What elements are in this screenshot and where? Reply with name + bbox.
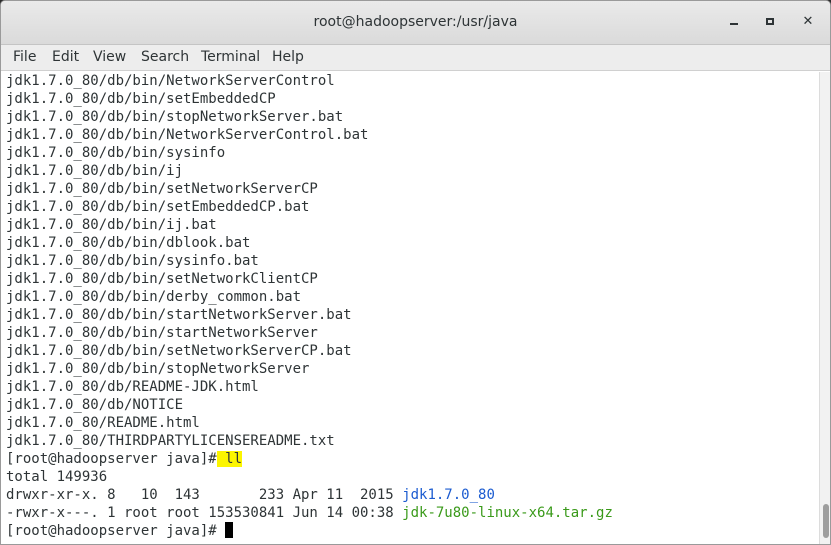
output-line: jdk1.7.0_80/db/bin/NetworkServerControl.… <box>6 127 369 143</box>
listing-row: drwxr-xr-x. 8 10 143 233 Apr 11 2015 jdk… <box>6 486 495 504</box>
output-line: jdk1.7.0_80/db/NOTICE <box>6 397 184 413</box>
output-line: jdk1.7.0_80/db/bin/setNetworkServerCP <box>6 181 318 197</box>
output-line: jdk1.7.0_80/db/bin/stopNetworkServer <box>6 361 310 377</box>
output-line: jdk1.7.0_80/db/bin/setNetworkServerCP.ba… <box>6 343 352 359</box>
close-button[interactable]: ✕ <box>799 13 817 31</box>
menu-terminal[interactable]: Terminal <box>201 49 260 65</box>
output-line: jdk1.7.0_80/THIRDPARTYLICENSEREADME.txt <box>6 433 335 449</box>
listing-row: -rwxr-x---. 1 root root 153530841 Jun 14… <box>6 504 613 522</box>
output-line: jdk1.7.0_80/db/bin/sysinfo <box>6 145 226 161</box>
output-line: jdk1.7.0_80/db/bin/startNetworkServer.ba… <box>6 307 352 323</box>
output-line: jdk1.7.0_80/db/bin/setNetworkClientCP <box>6 271 318 287</box>
menu-view[interactable]: View <box>93 49 126 65</box>
final-prompt: [root@hadoopserver java]# <box>6 523 226 539</box>
output-line: jdk1.7.0_80/db/bin/setEmbeddedCP <box>6 91 276 107</box>
output-line: jdk1.7.0_80/README.html <box>6 415 200 431</box>
total-line: total 149936 <box>6 469 108 485</box>
output-line: jdk1.7.0_80/db/README-JDK.html <box>6 379 259 395</box>
command-text: ll <box>216 451 243 467</box>
menu-bar: File Edit View Search Terminal Help <box>1 45 830 71</box>
final-prompt-line: [root@hadoopserver java]# <box>6 522 234 540</box>
output-line: jdk1.7.0_80/db/bin/ij.bat <box>6 217 217 233</box>
prompt-line: [root@hadoopserver java]# ll <box>6 450 243 468</box>
output-line: jdk1.7.0_80/db/bin/sysinfo.bat <box>6 253 259 269</box>
scrollbar-thumb[interactable] <box>823 504 829 538</box>
menu-file[interactable]: File <box>13 49 36 65</box>
menu-edit[interactable]: Edit <box>52 49 79 65</box>
terminal-window: root@hadoopserver:/usr/java ✕ File Edit … <box>0 0 831 545</box>
close-icon: ✕ <box>802 14 814 29</box>
vertical-scrollbar[interactable] <box>819 72 830 544</box>
output-line: jdk1.7.0_80/db/bin/stopNetworkServer.bat <box>6 109 344 125</box>
terminal-output[interactable]: jdk1.7.0_80/db/bin/NetworkServerControlj… <box>1 72 819 544</box>
title-bar[interactable]: root@hadoopserver:/usr/java ✕ <box>1 1 830 45</box>
minimize-button[interactable] <box>725 13 743 31</box>
listing-name-dir: jdk1.7.0_80 <box>402 487 495 503</box>
text-cursor <box>225 522 234 538</box>
maximize-icon <box>766 18 774 25</box>
listing-perms: drwxr-xr-x. 8 10 143 233 Apr 11 2015 <box>6 487 403 503</box>
listing-name-archive: jdk-7u80-linux-x64.tar.gz <box>402 505 613 521</box>
output-line: jdk1.7.0_80/db/bin/setEmbeddedCP.bat <box>6 199 310 215</box>
output-line: jdk1.7.0_80/db/bin/NetworkServerControl <box>6 73 335 89</box>
output-line: jdk1.7.0_80/db/bin/derby_common.bat <box>6 289 302 305</box>
listing-perms: -rwxr-x---. 1 root root 153530841 Jun 14… <box>6 505 403 521</box>
output-line: jdk1.7.0_80/db/bin/dblook.bat <box>6 235 251 251</box>
menu-help[interactable]: Help <box>272 49 304 65</box>
prompt: [root@hadoopserver java]# <box>6 451 217 467</box>
output-line: jdk1.7.0_80/db/bin/startNetworkServer <box>6 325 318 341</box>
maximize-button[interactable] <box>761 13 779 31</box>
minimize-icon <box>730 23 738 25</box>
output-line: jdk1.7.0_80/db/bin/ij <box>6 163 184 179</box>
window-title: root@hadoopserver:/usr/java <box>313 14 518 30</box>
menu-search[interactable]: Search <box>141 49 189 65</box>
